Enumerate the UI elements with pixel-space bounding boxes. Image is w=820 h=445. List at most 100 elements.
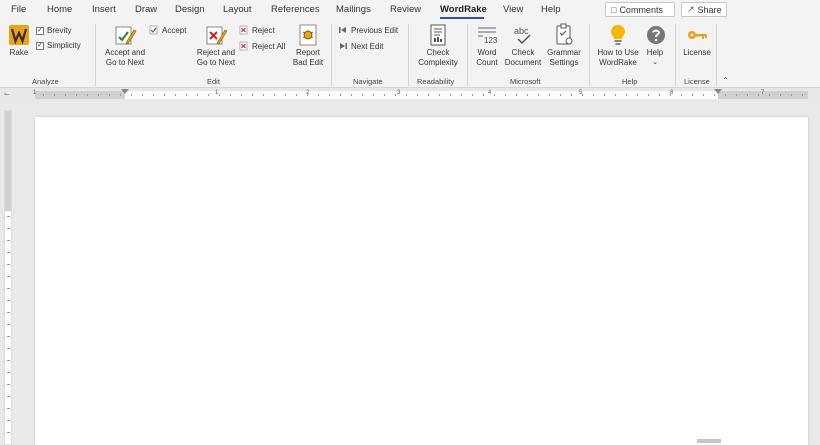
reject-all-button[interactable]: Reject All — [239, 41, 285, 51]
group-separator — [408, 24, 409, 86]
ruler-tick — [131, 94, 132, 96]
accept-label: Accept — [162, 25, 187, 35]
simplicity-checkbox[interactable]: ✓ Simplicity — [36, 41, 81, 50]
tab-wordrake[interactable]: WordRake — [440, 4, 487, 15]
reject-pen-icon — [206, 26, 228, 45]
tab-draw[interactable]: Draw — [135, 4, 157, 15]
horizontal-scrollbar-thumb[interactable] — [697, 439, 721, 443]
ruler-tick — [98, 94, 99, 96]
active-tab-indicator — [440, 17, 484, 19]
ruler-tick — [263, 94, 264, 96]
license-button[interactable]: License — [682, 23, 712, 58]
how-to-use-line1: How to Use — [597, 48, 639, 57]
tab-home[interactable]: Home — [47, 4, 72, 15]
group-separator — [716, 24, 717, 86]
ruler-tick — [681, 94, 682, 96]
comments-button[interactable]: □ Comments — [605, 2, 675, 17]
word-count-line1: Word — [477, 48, 497, 57]
group-label-edit: Edit — [207, 77, 220, 86]
ruler-tick — [7, 324, 10, 325]
ruler-tick — [439, 94, 440, 96]
tab-references[interactable]: References — [271, 4, 320, 15]
right-indent-marker[interactable] — [714, 89, 722, 94]
ruler-tick — [516, 94, 517, 96]
ruler-tick — [142, 94, 143, 96]
document-page[interactable] — [35, 117, 808, 445]
reject-next-line1: Reject and — [196, 48, 236, 57]
report-bad-edit-button[interactable]: Report Bad Edit — [292, 23, 324, 68]
ruler-tick — [769, 94, 770, 96]
next-edit-label: Next Edit — [351, 41, 384, 51]
check-complexity-button[interactable]: Check Complexity — [415, 23, 461, 68]
wordrake-logo-icon — [9, 25, 29, 45]
comments-label: Comments — [619, 4, 663, 15]
ruler-tick — [626, 94, 627, 96]
ruler-tick — [758, 94, 759, 96]
license-label: License — [683, 48, 711, 57]
grammar-settings-button[interactable]: Grammar Settings — [546, 23, 582, 68]
checkmark-icon: ✓ — [36, 26, 44, 35]
ruler-tick — [164, 94, 165, 96]
tab-file[interactable]: File — [11, 4, 26, 15]
tab-layout[interactable]: Layout — [223, 4, 252, 15]
share-button[interactable]: ↗ Share — [681, 2, 727, 17]
ruler-tick — [461, 94, 462, 96]
ruler-tick — [648, 94, 649, 96]
tab-design[interactable]: Design — [175, 4, 205, 15]
ruler-tick — [318, 94, 319, 96]
word-count-button[interactable]: 123 Word Count — [474, 23, 500, 68]
ruler-tick — [87, 94, 88, 96]
ruler-tick — [109, 94, 110, 96]
ruler-tick — [384, 94, 385, 96]
ruler-tick — [230, 94, 231, 96]
tab-help[interactable]: Help — [541, 4, 561, 15]
horizontal-ruler[interactable]: 1 1 2 3 4 5 6 7 — [33, 89, 808, 99]
help-button[interactable]: Help ⌄ — [644, 23, 666, 68]
how-to-use-line2: WordRake — [599, 58, 637, 67]
vertical-ruler[interactable] — [4, 110, 12, 445]
group-separator — [331, 24, 332, 86]
ruler-tick — [340, 94, 341, 96]
tab-view[interactable]: View — [503, 4, 523, 15]
group-separator — [589, 24, 590, 86]
complexity-report-icon — [430, 24, 446, 46]
collapse-ribbon-icon[interactable]: ⌃ — [722, 76, 729, 85]
tab-stop-selector-icon[interactable]: ⌙ — [4, 90, 13, 99]
check-document-button[interactable]: abc Check Document — [503, 23, 543, 68]
first-line-indent-marker[interactable] — [121, 89, 129, 94]
ruler-tick — [450, 94, 451, 96]
tab-mailings[interactable]: Mailings — [336, 4, 371, 15]
brevity-checkbox[interactable]: ✓ Brevity — [36, 26, 71, 35]
reject-and-next-button[interactable]: Reject and Go to Next — [194, 23, 238, 68]
ruler-tick — [670, 94, 671, 96]
ruler-tick — [208, 94, 209, 96]
lightbulb-icon — [611, 25, 625, 45]
reject-button[interactable]: Reject — [239, 25, 275, 35]
reject-next-line2: Go to Next — [196, 58, 236, 67]
next-edit-button[interactable]: Next Edit — [338, 41, 383, 51]
accept-and-next-button[interactable]: Accept and Go to Next — [102, 23, 148, 68]
tab-insert[interactable]: Insert — [92, 4, 116, 15]
ruler-tick — [494, 94, 495, 96]
grammar-settings-icon — [556, 23, 573, 45]
group-separator — [95, 24, 96, 86]
ribbon: Rake ✓ Brevity ✓ Simplicity Analyze Acce… — [0, 20, 820, 88]
ruler-tick — [637, 94, 638, 96]
ruler-tick — [714, 94, 715, 96]
ruler-tick — [395, 94, 396, 96]
rake-button[interactable]: Rake — [7, 23, 31, 58]
rake-label: Rake — [9, 48, 29, 57]
group-separator — [675, 24, 676, 86]
ruler-tick — [285, 94, 286, 96]
ruler-tick — [362, 94, 363, 96]
how-to-use-button[interactable]: How to Use WordRake — [595, 23, 641, 68]
tab-review[interactable]: Review — [390, 4, 421, 15]
help-label: Help — [646, 48, 664, 57]
word-count-line2: Count — [476, 58, 498, 67]
previous-edit-button[interactable]: Previous Edit — [338, 25, 398, 35]
accept-button[interactable]: Accept — [149, 25, 186, 35]
ruler-tick — [483, 94, 484, 96]
ruler-tick — [7, 336, 10, 337]
ruler-tick — [604, 94, 605, 96]
ruler-tick — [560, 94, 561, 96]
